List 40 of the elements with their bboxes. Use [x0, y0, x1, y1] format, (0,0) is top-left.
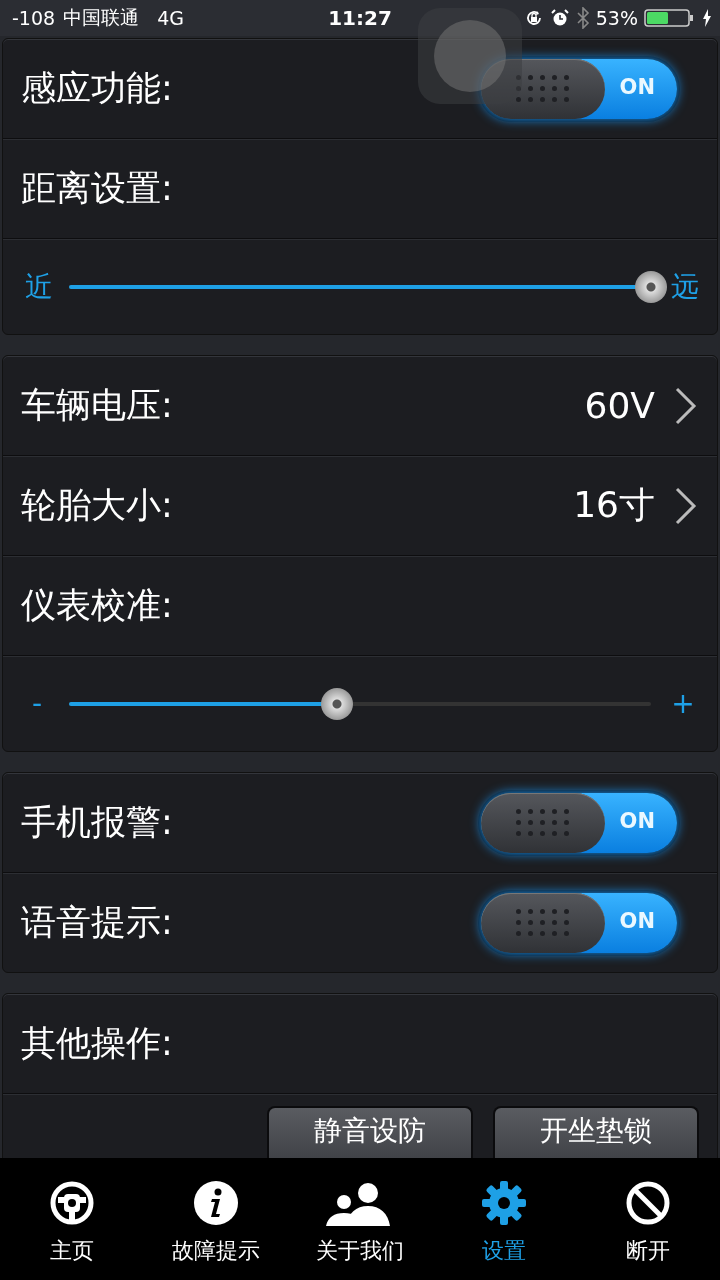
- info-icon: [193, 1180, 239, 1226]
- toggle-state: ON: [619, 74, 655, 99]
- action-button[interactable]: 静音设防: [267, 1106, 473, 1160]
- bluetooth-icon: [575, 7, 590, 29]
- steering-wheel-icon: [49, 1180, 95, 1226]
- tab-item[interactable]: 故障提示: [144, 1158, 288, 1280]
- toggle-state: ON: [619, 808, 655, 833]
- setting-label: 语音提示:: [21, 901, 174, 944]
- setting-label: 轮胎大小:: [21, 484, 174, 527]
- settings-icon: [481, 1180, 527, 1226]
- battery-percent: 53%: [595, 7, 638, 29]
- battery-icon: [644, 8, 696, 28]
- carrier-name: 中国联通: [63, 5, 140, 30]
- charging-icon: [702, 9, 712, 27]
- network-type: 4G: [157, 7, 184, 29]
- slider-min-label: -: [30, 687, 44, 720]
- setting-label: 仪表校准:: [21, 584, 174, 627]
- setting-value[interactable]: 60V: [584, 385, 655, 426]
- chevron-right-icon[interactable]: [673, 385, 699, 426]
- tab-item[interactable]: 关于我们: [288, 1158, 432, 1280]
- slider-max-label: +: [671, 687, 695, 720]
- tab-item[interactable]: 设置: [432, 1158, 576, 1280]
- setting-label: 手机报警:: [21, 801, 174, 844]
- ban-icon: [625, 1180, 671, 1226]
- signal-strength: -108: [12, 7, 56, 29]
- tab-item[interactable]: 断开: [576, 1158, 720, 1280]
- slider-thumb[interactable]: [635, 270, 667, 303]
- slider-thumb[interactable]: [320, 687, 353, 720]
- tab-item[interactable]: 主页: [0, 1158, 144, 1280]
- toggle-state: ON: [619, 908, 655, 933]
- chevron-right-icon[interactable]: [673, 485, 699, 526]
- setting-value[interactable]: 16寸: [573, 481, 655, 530]
- setting-label: 其他操作:: [21, 1022, 174, 1065]
- setting-label: 车辆电压:: [21, 384, 174, 427]
- alarm-icon: [549, 8, 570, 28]
- clock: 11:27: [328, 6, 392, 30]
- setting-label: 感应功能:: [21, 67, 174, 110]
- setting-label: 距离设置:: [21, 167, 174, 210]
- slider-min-label: 近: [25, 268, 49, 305]
- action-button[interactable]: 开坐垫锁: [493, 1106, 699, 1160]
